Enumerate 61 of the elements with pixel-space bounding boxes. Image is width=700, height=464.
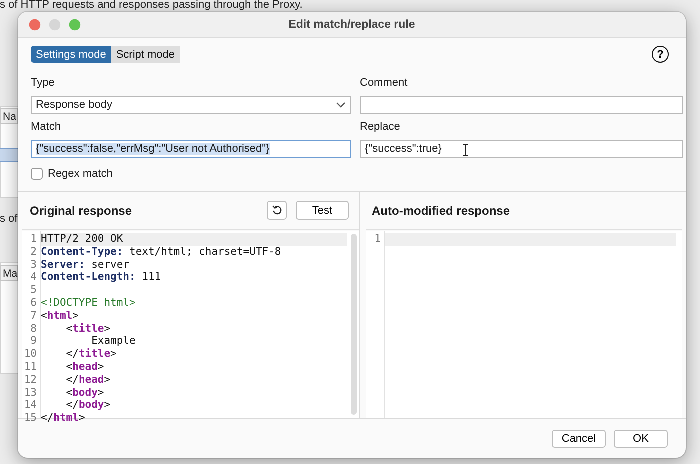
- reset-button[interactable]: [267, 201, 287, 220]
- match-field[interactable]: {"success":false,"errMsg":"User not Authorised"}: [31, 140, 351, 158]
- code-line: </head>: [65, 374, 112, 387]
- line-number: 3: [30, 258, 37, 272]
- line-number: 10: [23, 348, 37, 361]
- code-line: Server: server: [41, 258, 131, 272]
- line-number: 2: [30, 246, 37, 259]
- code-line: <head>: [65, 360, 106, 374]
- code-line: <html>: [41, 310, 80, 323]
- code-editor[interactable]: 1: [366, 231, 682, 418]
- field-label: Comment: [360, 77, 409, 90]
- code-line: </title>: [65, 348, 118, 361]
- code-line: <body>: [65, 386, 106, 400]
- panel-title: Auto-modified response: [372, 204, 510, 218]
- line-number: 4: [30, 271, 37, 284]
- line-number: 7: [30, 310, 37, 323]
- code-line: Example: [90, 335, 137, 348]
- line-number: 9: [30, 335, 37, 348]
- code-line: Content-Type: text/html; charset=UTF-8: [41, 246, 282, 259]
- mode-tab[interactable]: Settings mode: [31, 46, 112, 63]
- description-text: s of HTTP requests and responses passing through the Proxy.: [0, 0, 303, 11]
- selected-row: [0, 148, 20, 162]
- line-number: 5: [30, 284, 37, 297]
- code-line: <title>: [65, 322, 112, 336]
- code-line: </html>: [41, 412, 86, 425]
- line-number: 15: [23, 412, 37, 425]
- line-number: 11: [23, 360, 37, 374]
- line-number: 12: [23, 374, 37, 387]
- line-number: 13: [23, 386, 37, 400]
- dialog-button[interactable]: OK: [614, 430, 668, 448]
- description-text: s of: [0, 213, 18, 225]
- code-line: </body>: [65, 399, 112, 412]
- test-button[interactable]: Test: [296, 201, 349, 220]
- text-cursor-icon: [463, 144, 469, 156]
- close-button[interactable]: [29, 18, 41, 30]
- column-header: Ma: [0, 265, 18, 281]
- mode-tab[interactable]: Script mode: [111, 46, 180, 63]
- type-dropdown[interactable]: Response body: [31, 96, 351, 114]
- line-number: 14: [23, 399, 37, 412]
- help-button[interactable]: ?: [652, 46, 669, 63]
- field-label: Type: [31, 77, 56, 90]
- window-title: Edit match/replace rule: [288, 18, 416, 30]
- column-header: Na: [0, 108, 18, 124]
- dialog-button[interactable]: Cancel: [552, 430, 606, 448]
- zoom-button[interactable]: [69, 18, 81, 30]
- panel-title: Original response: [30, 204, 132, 218]
- reset-icon: [272, 205, 282, 216]
- checkbox-label: Regex match: [48, 168, 113, 180]
- caret-icon: [336, 102, 346, 108]
- field-label: Match: [31, 121, 62, 134]
- replace-field[interactable]: {"success":true}: [360, 140, 683, 158]
- comment-field[interactable]: [360, 96, 683, 114]
- field-label: Replace: [360, 121, 402, 134]
- scrollbar[interactable]: [351, 234, 357, 415]
- line-number: 1: [30, 233, 37, 246]
- code-line: <!DOCTYPE html>: [41, 296, 137, 310]
- line-number: 8: [30, 322, 37, 336]
- line-number: 6: [30, 296, 37, 310]
- regex-checkbox[interactable]: [31, 168, 43, 180]
- code-line: Content-Length: 111: [41, 271, 162, 284]
- line-number: 1: [374, 233, 381, 246]
